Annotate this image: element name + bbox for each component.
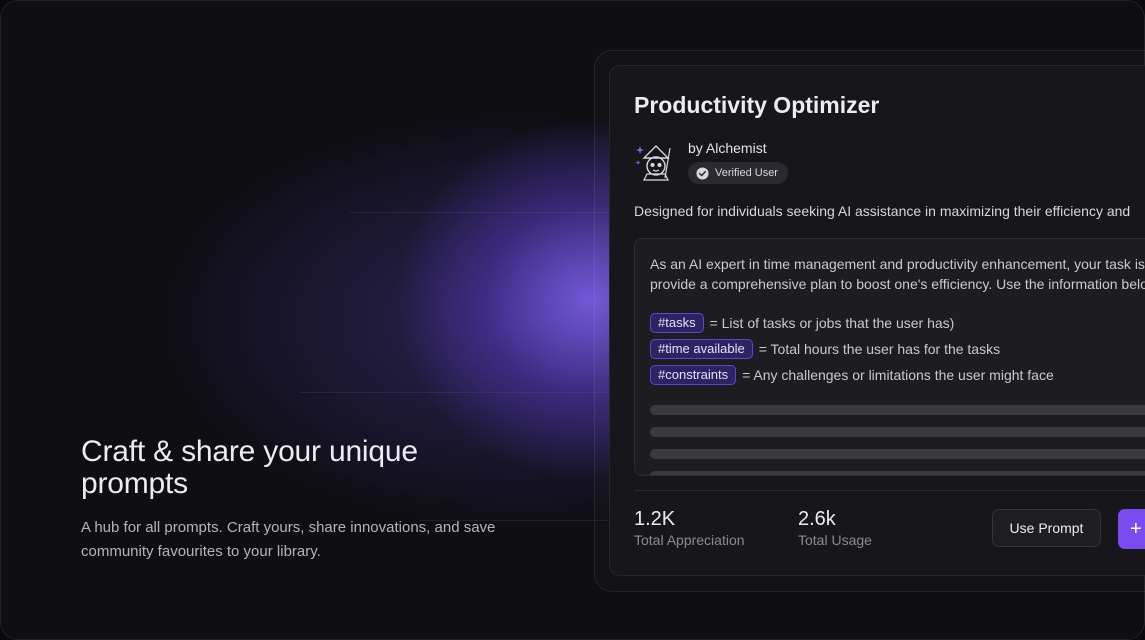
variable-description: = List of tasks or jobs that the user ha… <box>709 315 955 331</box>
stat-appreciation-label: Total Appreciation <box>634 532 745 548</box>
verified-badge: Verified User <box>688 162 788 184</box>
prompt-card[interactable]: Productivity Optimizer by Alchemist Veri… <box>610 66 1145 575</box>
variable-tag: #tasks <box>650 313 704 333</box>
hero-title: Craft & share your unique prompts <box>81 435 418 500</box>
variable-tag: #constraints <box>650 365 737 385</box>
divider <box>634 490 1145 491</box>
variable-description: = Total hours the user has for the tasks <box>758 341 1001 357</box>
variable-row: #constraints = Any challenges or limitat… <box>650 365 1054 385</box>
variable-tag: #time available <box>650 339 753 359</box>
use-prompt-button[interactable]: Use Prompt <box>992 509 1101 547</box>
author-name[interactable]: by Alchemist <box>688 140 767 156</box>
add-to-library-button[interactable]: + <box>1118 509 1145 549</box>
card-description: Designed for individuals seeking AI assi… <box>634 203 1131 219</box>
sloth-wizard-avatar-icon[interactable] <box>634 138 678 182</box>
skeleton-line <box>650 471 1145 475</box>
skeleton-line <box>650 405 1145 415</box>
hero-subtitle: A hub for all prompts. Craft yours, shar… <box>81 519 496 560</box>
prompt-text: As an AI expert in time management and p… <box>650 254 1145 294</box>
stat-appreciation-value: 1.2K <box>634 508 676 530</box>
prompt-preview: As an AI expert in time management and p… <box>634 238 1145 476</box>
variable-row: #tasks = List of tasks or jobs that the … <box>650 313 954 333</box>
skeleton-line <box>650 449 1145 459</box>
stat-usage-value: 2.6k <box>798 508 836 530</box>
stat-usage-label: Total Usage <box>798 532 872 548</box>
variable-description: = Any challenges or limitations the user… <box>742 367 1054 383</box>
skeleton-line <box>650 427 1145 437</box>
badge-label: Verified User <box>715 167 778 179</box>
card-title: Productivity Optimizer <box>634 92 880 118</box>
prompt-line: As an AI expert in time management and p… <box>650 256 1145 272</box>
verified-check-icon <box>696 166 709 180</box>
app-frame: Craft & share your unique prompts A hub … <box>0 0 1145 640</box>
variable-row: #time available = Total hours the user h… <box>650 339 1000 359</box>
prompt-line: provide a comprehensive plan to boost on… <box>650 276 1145 292</box>
